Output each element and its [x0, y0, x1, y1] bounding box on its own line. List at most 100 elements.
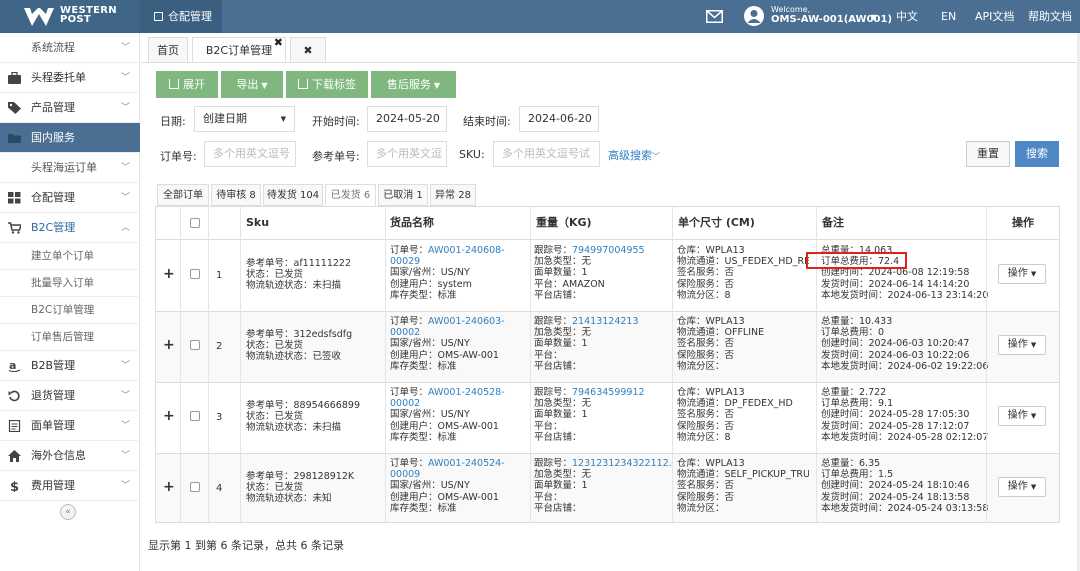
row-action-button[interactable]: 操作 ▼	[998, 406, 1046, 426]
chevron-up-icon: ︿	[120, 223, 130, 233]
return-icon	[8, 390, 20, 402]
status-tab-pending-review[interactable]: 待审核 8	[211, 184, 261, 206]
tracking-link[interactable]: 794997004955	[572, 245, 645, 256]
expand-row-icon[interactable]: +	[163, 408, 175, 424]
brand-logo[interactable]: WESTERN POST	[0, 0, 140, 33]
col-divider	[986, 207, 987, 522]
date-label: 日期:	[160, 115, 186, 128]
row-checkbox[interactable]	[190, 269, 200, 279]
user-avatar-icon[interactable]	[744, 6, 764, 26]
close-tab-icon[interactable]: ✖	[274, 30, 283, 56]
ref-no-input[interactable]: 多个用英文逗	[367, 141, 447, 167]
sidebar-item-create-order[interactable]: 建立单个订单	[0, 243, 140, 270]
row-divider	[156, 311, 1059, 312]
select-all-checkbox[interactable]	[190, 218, 200, 228]
caret-down-icon: ▼	[280, 115, 286, 123]
search-button[interactable]: 搜索	[1015, 141, 1059, 167]
dollar-icon: $	[10, 480, 19, 492]
end-date-input[interactable]: 2024-06-20	[519, 106, 599, 132]
row-action-button[interactable]: 操作 ▼	[998, 335, 1046, 355]
chevron-down-icon: ﹀	[120, 163, 130, 173]
close-all-tabs-button[interactable]: ✖	[290, 37, 326, 63]
sidebar-item-after-sales[interactable]: 订单售后管理	[0, 324, 140, 351]
order-no-input[interactable]: 多个用英文逗号	[204, 141, 296, 167]
tracking-link[interactable]: 794634599912	[572, 387, 645, 398]
sidebar-item-returns[interactable]: 退货管理 ﹀	[0, 381, 140, 411]
row-checkbox[interactable]	[190, 340, 200, 350]
status-tab-pending-shipment[interactable]: 待发货 104	[263, 184, 323, 206]
row-checkbox[interactable]	[190, 411, 200, 421]
order-no-link[interactable]: 00002	[390, 327, 530, 338]
tab-b2c-orders[interactable]: B2C订单管理 ✖	[192, 36, 286, 63]
row-action-button[interactable]: 操作 ▼	[998, 264, 1046, 284]
goods-cell: 订单号：AW001-240524- 00009 国家/省州：US/NY 创建用户：…	[390, 458, 530, 514]
status-tab-all[interactable]: 全部订单	[157, 184, 209, 206]
end-time-label: 结束时间:	[463, 115, 511, 128]
tab-home[interactable]: 首页	[148, 37, 188, 63]
briefcase-icon	[8, 72, 21, 84]
col-divider	[240, 207, 241, 522]
status-tab-shipped[interactable]: 已发货 6	[325, 184, 376, 206]
mail-icon[interactable]	[706, 10, 723, 23]
cart-icon	[8, 222, 21, 234]
start-date-input[interactable]: 2024-05-20	[367, 106, 447, 132]
order-no-link[interactable]: AW001-240603-	[428, 316, 505, 327]
sidebar-item-first-leg-orders[interactable]: 头程委托单 ﹀	[0, 63, 140, 93]
sidebar-item-products[interactable]: 产品管理 ﹀	[0, 93, 140, 123]
sku-label: SKU:	[459, 148, 485, 161]
sidebar-item-fees[interactable]: $ 费用管理 ﹀	[0, 471, 140, 501]
orders-table: Sku 货品名称 重量（KG) 单个尺寸 (CM) 备注 操作 + 1 参考单号…	[155, 206, 1060, 523]
user-dropdown-caret-icon[interactable]: ▼	[871, 13, 877, 22]
tabs-divider	[141, 62, 1080, 63]
status-tab-cancelled[interactable]: 已取消 1	[378, 184, 428, 206]
expand-row-icon[interactable]: +	[163, 337, 175, 353]
api-docs-link[interactable]: API文档	[975, 0, 1014, 33]
order-no-link[interactable]: AW001-240608-	[428, 245, 505, 256]
sidebar-item-system-flow[interactable]: 系统流程 ﹀	[0, 33, 140, 63]
sidebar-collapse-button[interactable]: «	[60, 504, 76, 520]
sidebar-item-overseas-warehouse[interactable]: 海外仓信息 ﹀	[0, 441, 140, 471]
col-header-remark: 备注	[822, 207, 844, 239]
export-button[interactable]: 导出 ▼	[221, 71, 283, 98]
order-no-link[interactable]: 00002	[390, 398, 530, 409]
chevron-down-icon: ﹀	[120, 73, 130, 83]
tracking-link[interactable]: 21413124213	[572, 316, 639, 327]
sidebar-item-b2b[interactable]: a B2B管理 ﹀	[0, 351, 140, 381]
sidebar-item-sea-freight[interactable]: 头程海运订单 ﹀	[0, 153, 140, 183]
status-tab-exception[interactable]: 异常 28	[430, 184, 476, 206]
order-no-link[interactable]: AW001-240528-	[428, 387, 505, 398]
help-docs-link[interactable]: 帮助文档	[1028, 0, 1072, 33]
date-type-select[interactable]: 创建日期 ▼	[194, 106, 295, 132]
sku-input[interactable]: 多个用英文逗号试	[493, 141, 600, 167]
order-no-link[interactable]: 00009	[390, 469, 530, 480]
reset-button[interactable]: 重置	[966, 141, 1010, 167]
order-no-link[interactable]: AW001-240524-	[428, 458, 505, 469]
advanced-search-link[interactable]: 高级搜索﹀	[608, 147, 660, 163]
logo-w-icon	[24, 8, 54, 26]
sidebar-item-bulk-import[interactable]: 批量导入订单	[0, 270, 140, 297]
lang-zh-link[interactable]: 中文	[896, 0, 918, 33]
start-time-label: 开始时间:	[312, 115, 360, 128]
size-cell: 仓库：WPLA13 物流通道：OFFLINE 签名服务：否 保险服务：否 物流分区：	[677, 316, 765, 372]
expand-row-icon[interactable]: +	[163, 479, 175, 495]
amazon-icon: a	[8, 360, 21, 372]
order-no-link[interactable]: 00029	[390, 256, 530, 267]
sku-cell: 参考单号：88954666899 状态：已发货 物流轨迹状态：未扫描	[246, 400, 360, 434]
sidebar-item-warehouse[interactable]: 仓配管理 ﹀	[0, 183, 140, 213]
expand-button[interactable]: 展开	[156, 71, 218, 98]
lang-en-link[interactable]: EN	[941, 0, 956, 33]
expand-row-icon[interactable]: +	[163, 266, 175, 282]
download-labels-button[interactable]: 下载标签	[286, 71, 368, 98]
col-header-weight: 重量（KG)	[536, 207, 592, 239]
sidebar-item-domestic-service[interactable]: 国内服务	[0, 123, 140, 153]
sidebar-item-b2c-orders[interactable]: B2C订单管理	[0, 297, 140, 324]
after-sales-button[interactable]: 售后服务 ▼	[371, 71, 456, 98]
sidebar-item-b2c[interactable]: B2C管理 ︿	[0, 213, 140, 243]
chevron-down-icon: ﹀	[120, 361, 130, 371]
row-action-button[interactable]: 操作 ▼	[998, 477, 1046, 497]
sidebar-item-labels[interactable]: 面单管理 ﹀	[0, 411, 140, 441]
row-checkbox[interactable]	[190, 482, 200, 492]
tracking-link[interactable]: 1231231234322112...	[572, 458, 672, 469]
svg-text:$: $	[10, 480, 19, 492]
module-tab-warehouse[interactable]: 仓配管理	[140, 0, 222, 33]
